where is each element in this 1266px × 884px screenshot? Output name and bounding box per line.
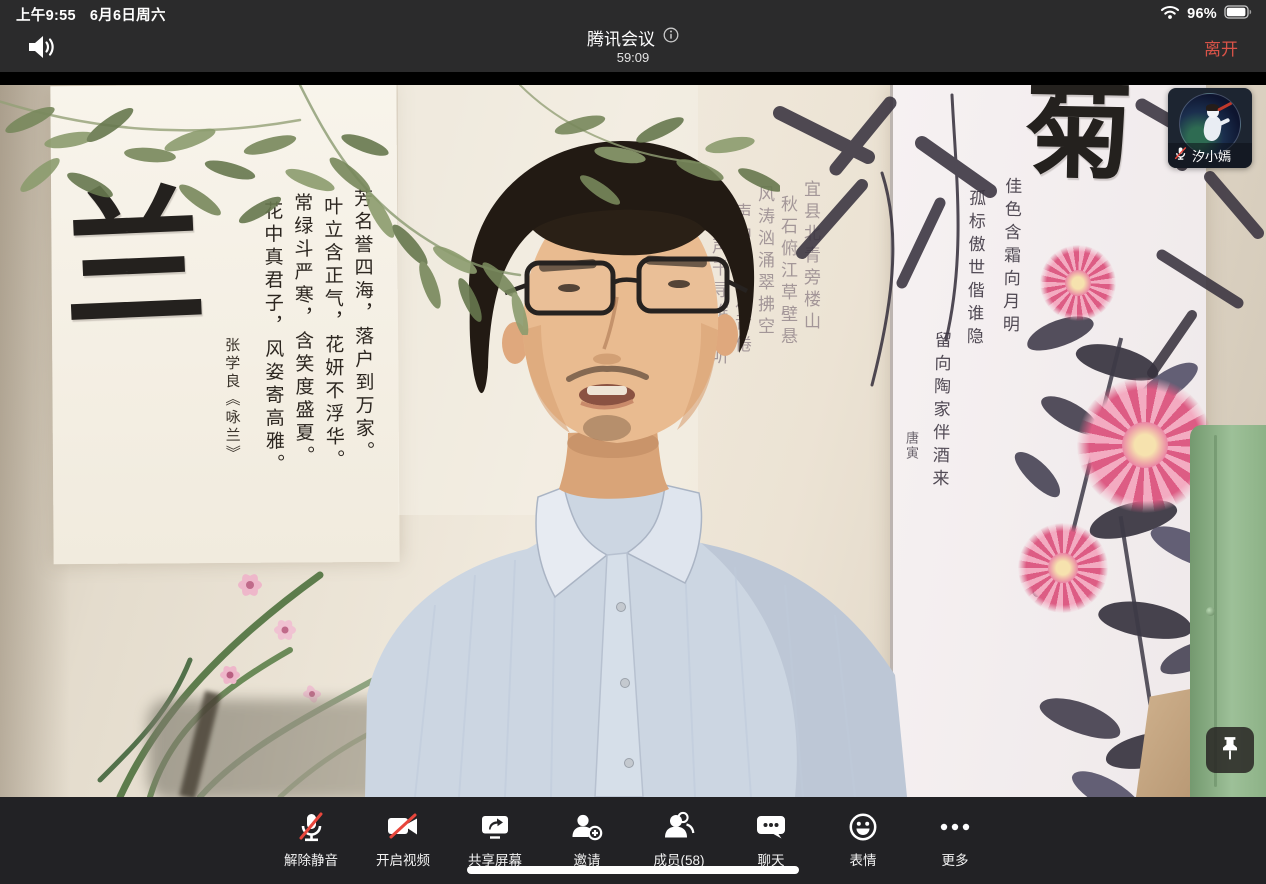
poem-column: 常绿斗严寒，含笑度盛夏。 xyxy=(292,192,313,522)
presenter-person xyxy=(355,135,915,797)
more-dots-icon xyxy=(937,808,973,846)
chat-bubble-icon xyxy=(753,808,789,846)
status-bar: 上午9:55 6月6日周六 96% xyxy=(0,0,1266,26)
poem-signature: 张学良《咏兰》 xyxy=(224,337,241,552)
mic-muted-icon xyxy=(293,808,329,846)
info-icon[interactable] xyxy=(663,27,679,48)
status-date: 6月6日周六 xyxy=(90,8,166,24)
mic-muted-icon xyxy=(1173,146,1188,166)
battery-icon xyxy=(1224,5,1252,23)
meeting-toolbar: 解除静音 开启视频 共享屏幕 邀请 成员(58) xyxy=(0,797,1266,884)
share-screen-icon xyxy=(477,808,513,846)
camera-off-icon xyxy=(384,808,422,846)
emoji-smile-icon xyxy=(845,808,881,846)
wifi-icon xyxy=(1160,4,1180,24)
orchid-blossoms xyxy=(220,572,321,704)
main-video-feed[interactable]: 兰 芳名誉四海，落户到万家。 叶立含正气，花妍不浮华。 常绿斗严寒，含笑度盛夏。… xyxy=(0,85,1266,797)
chair-tuft-button xyxy=(1206,607,1215,616)
poem-column: 叶立含正气，花妍不浮华。 xyxy=(322,196,343,526)
toolbar-label: 解除静音 xyxy=(284,849,338,869)
status-time-date: 上午9:55 6月6日周六 xyxy=(16,4,180,25)
members-button[interactable]: 成员(58) xyxy=(640,808,718,869)
avatar-red-streak xyxy=(1217,101,1233,111)
poem-column: 佳色含霜向月明 xyxy=(999,177,1021,457)
big-char-lan: 兰 xyxy=(61,184,209,337)
meeting-timer: 59:09 xyxy=(0,50,1266,65)
calligraphy-scroll-orchid: 兰 芳名誉四海，落户到万家。 叶立含正气，花妍不浮华。 常绿斗严寒，含笑度盛夏。… xyxy=(50,85,399,564)
status-time: 上午9:55 xyxy=(16,8,76,24)
home-indicator[interactable] xyxy=(467,866,799,874)
battery-percent: 96% xyxy=(1187,6,1217,22)
start-video-button[interactable]: 开启视频 xyxy=(364,808,442,869)
poem-column: 留向陶家伴酒来 xyxy=(929,331,950,561)
toolbar-label: 开启视频 xyxy=(376,849,430,869)
toolbar-label: 更多 xyxy=(942,849,969,869)
self-view-thumbnail[interactable]: 汐小嫣 xyxy=(1168,88,1252,168)
avatar-astronaut xyxy=(1202,115,1223,142)
self-view-name: 汐小嫣 xyxy=(1192,146,1231,165)
toolbar-label: 表情 xyxy=(850,849,877,869)
big-char-ju: 菊 xyxy=(1024,85,1134,186)
meeting-header: 腾讯会议 59:09 离开 xyxy=(0,26,1266,72)
poem-column: 花中真君子，风姿寄高雅。 xyxy=(262,201,283,531)
meeting-title: 腾讯会议 xyxy=(587,25,655,50)
pushpin-icon xyxy=(1217,735,1243,766)
share-screen-button[interactable]: 共享屏幕 xyxy=(456,808,534,869)
top-bar: 上午9:55 6月6日周六 96% 腾讯会议 xyxy=(0,0,1266,72)
invite-person-icon xyxy=(568,808,606,846)
members-icon xyxy=(659,808,699,846)
more-button[interactable]: 更多 xyxy=(916,808,994,869)
invite-button[interactable]: 邀请 xyxy=(548,808,626,869)
emoji-button[interactable]: 表情 xyxy=(824,808,902,869)
self-view-name-bar: 汐小嫣 xyxy=(1168,143,1252,168)
chat-button[interactable]: 聊天 xyxy=(732,808,810,869)
tencent-meeting-app: 上午9:55 6月6日周六 96% 腾讯会议 xyxy=(0,0,1266,884)
unmute-button[interactable]: 解除静音 xyxy=(272,808,350,869)
pin-video-button[interactable] xyxy=(1206,727,1254,773)
poem-column: 孤标傲世偕谁隐 xyxy=(963,189,985,469)
leave-button[interactable]: 离开 xyxy=(1198,34,1244,61)
